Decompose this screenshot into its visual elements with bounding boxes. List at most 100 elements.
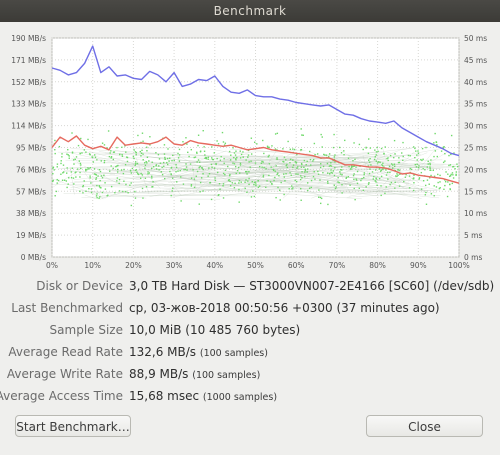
access-time-point <box>300 166 303 168</box>
access-time-point <box>77 144 80 147</box>
access-time-point <box>389 183 391 186</box>
access-time-point <box>266 180 268 182</box>
access-time-point <box>395 175 397 177</box>
access-time-point <box>230 154 232 156</box>
access-time-point <box>398 185 401 187</box>
access-time-point <box>56 166 58 168</box>
access-time-point <box>257 180 260 182</box>
access-time-point <box>94 156 97 159</box>
info-row-sample-size: Sample Size 10,0 MiB (10 485 760 bytes) <box>0 323 500 343</box>
access-time-point <box>262 176 265 178</box>
access-time-point <box>310 179 313 182</box>
access-time-point <box>267 146 269 149</box>
access-time-point <box>320 163 322 165</box>
x-tick-label: 10% <box>84 261 101 270</box>
access-time-point <box>416 154 418 156</box>
access-time-point <box>358 187 361 189</box>
access-time-point <box>147 171 149 173</box>
access-time-point <box>66 186 68 189</box>
access-time-point <box>358 143 361 146</box>
access-time-point <box>196 151 198 154</box>
access-time-point <box>132 155 135 158</box>
access-time-point <box>322 171 324 174</box>
access-time-point <box>268 154 270 157</box>
access-time-point <box>169 170 171 173</box>
access-time-point <box>167 163 169 166</box>
access-time-point <box>140 152 143 154</box>
access-time-point <box>321 136 323 138</box>
access-time-point <box>82 185 84 188</box>
access-time-point <box>433 185 435 187</box>
access-time-point <box>235 158 237 160</box>
access-time-point <box>133 157 135 160</box>
access-time-point <box>171 177 174 179</box>
access-time-point <box>351 166 353 169</box>
access-time-point <box>141 187 144 190</box>
access-time-point <box>318 196 320 198</box>
access-time-point <box>52 172 54 175</box>
access-time-point <box>345 176 348 179</box>
start-benchmark-button[interactable]: Start Benchmark… <box>15 415 131 437</box>
access-time-point <box>121 155 124 157</box>
access-time-point <box>188 155 190 158</box>
access-time-point <box>317 173 320 175</box>
access-time-point <box>101 191 104 194</box>
access-time-point <box>341 166 343 168</box>
access-time-point <box>430 169 432 172</box>
access-time-point <box>155 164 158 166</box>
access-time-point <box>380 185 382 187</box>
access-time-point <box>246 170 248 173</box>
access-time-point <box>139 177 142 179</box>
access-time-point <box>60 162 62 165</box>
window-titlebar[interactable]: Benchmark <box>0 0 500 22</box>
access-time-point <box>455 173 457 176</box>
access-time-point <box>112 167 114 170</box>
y-left-tick-label: 57 MB/s <box>16 187 46 196</box>
access-time-point <box>109 152 111 154</box>
access-time-point <box>146 156 149 159</box>
access-time-point <box>178 148 181 151</box>
access-time-point <box>140 155 142 157</box>
access-time-point <box>438 187 441 190</box>
access-time-point <box>70 177 73 179</box>
access-time-point <box>362 148 364 151</box>
access-time-point <box>279 199 281 201</box>
access-time-point <box>103 159 106 162</box>
access-time-point <box>130 204 133 207</box>
info-label: Average Access Time <box>0 389 123 403</box>
info-label: Average Write Rate <box>6 367 123 381</box>
benchmark-chart: 0 MB/s 0 ms 19 MB/s 5 ms 38 MB/s 10 ms 57 MB/s… <box>0 22 500 274</box>
access-time-point <box>444 152 446 155</box>
access-time-point <box>452 177 455 179</box>
access-time-point <box>373 158 376 161</box>
access-time-point <box>352 165 354 168</box>
x-tick-label: 50% <box>247 261 264 270</box>
access-time-point <box>333 184 335 186</box>
access-time-point <box>444 184 446 187</box>
access-time-point <box>89 175 91 177</box>
access-time-point <box>104 182 106 184</box>
close-button[interactable]: Close <box>366 415 483 437</box>
access-time-point <box>443 146 445 148</box>
access-time-point <box>410 168 413 171</box>
access-time-point <box>125 183 127 186</box>
access-time-point <box>224 142 227 144</box>
access-time-point <box>355 178 357 180</box>
access-time-point <box>433 155 435 158</box>
access-time-point <box>402 155 404 158</box>
access-time-point <box>274 133 277 135</box>
access-time-point <box>277 172 279 174</box>
access-time-point <box>66 172 68 174</box>
access-time-point <box>208 167 210 169</box>
access-time-point <box>198 161 201 163</box>
access-time-point <box>129 184 131 186</box>
access-time-point <box>399 169 401 171</box>
access-time-point <box>177 157 180 159</box>
access-time-point <box>177 170 179 172</box>
access-time-point <box>276 157 278 159</box>
access-time-point <box>415 150 417 152</box>
access-time-point <box>338 146 341 149</box>
access-time-point <box>164 158 166 160</box>
access-time-point <box>83 149 86 151</box>
x-tick-label: 90% <box>410 261 427 270</box>
